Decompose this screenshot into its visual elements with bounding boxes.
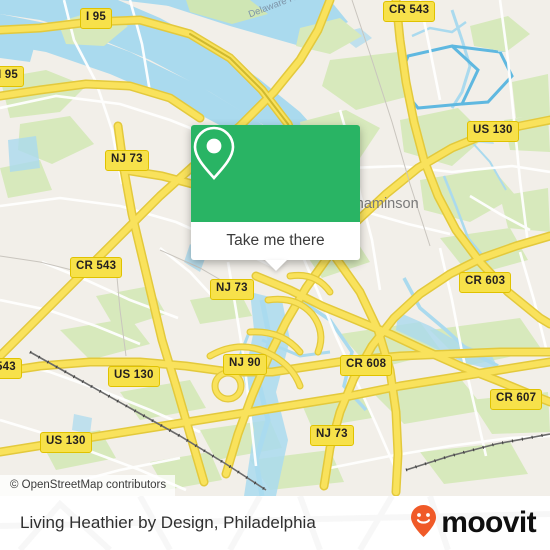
- popup-pointer-tail: [264, 260, 287, 271]
- osm-attribution[interactable]: © OpenStreetMap contributors: [0, 475, 176, 496]
- road-shield-nj73-lower[interactable]: NJ 73: [310, 425, 354, 446]
- road-shield-cr543-top[interactable]: CR 543: [383, 1, 436, 22]
- road-shield-i95-top[interactable]: I 95: [80, 8, 112, 29]
- map-screenshot: Delaware River Cinnaminson I 95 I 95 CR …: [0, 0, 550, 550]
- road-shield-us130-right[interactable]: US 130: [467, 121, 519, 142]
- road-shield-us130-mid[interactable]: US 130: [108, 366, 160, 387]
- take-me-there-button[interactable]: Take me there: [191, 222, 360, 260]
- popup-icon-area: [191, 125, 360, 222]
- road-shield-nj73-upper[interactable]: NJ 73: [105, 150, 149, 171]
- page-title: Living Heathier by Design, Philadelphia: [20, 513, 316, 532]
- road-shield-cr608[interactable]: CR 608: [340, 355, 393, 376]
- road-shield-cr607[interactable]: CR 607: [490, 389, 543, 410]
- footer-bar: Living Heathier by Design, Philadelphia …: [0, 496, 550, 550]
- road-shield-nj90[interactable]: NJ 90: [223, 354, 267, 375]
- location-popup-card[interactable]: Take me there: [191, 125, 360, 271]
- road-shield-nj73-mid[interactable]: NJ 73: [210, 279, 254, 300]
- road-shield-543-edge[interactable]: 543: [0, 358, 22, 379]
- road-shield-cr603[interactable]: CR 603: [459, 272, 512, 293]
- road-shield-us130-lower[interactable]: US 130: [40, 432, 92, 453]
- moovit-smiley-pin-icon: [410, 504, 437, 543]
- road-shield-cr543-left[interactable]: CR 543: [70, 257, 123, 278]
- road-shield-i95-left[interactable]: I 95: [0, 66, 24, 87]
- moovit-wordmark: moovit: [441, 506, 536, 539]
- map-canvas[interactable]: Delaware River Cinnaminson I 95 I 95 CR …: [0, 0, 550, 496]
- moovit-logo[interactable]: moovit: [410, 504, 537, 543]
